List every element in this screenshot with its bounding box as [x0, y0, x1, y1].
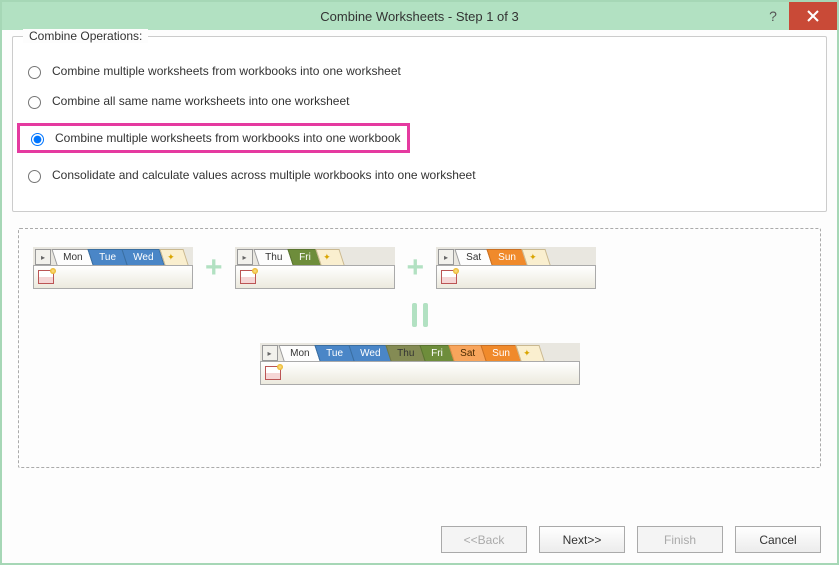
diagram-result-row: ▸ Mon Tue Wed Thu Fri Sat Sun: [33, 343, 806, 385]
workbook-1: ▸ Mon Tue Wed: [33, 247, 193, 289]
option-combine-into-one-worksheet[interactable]: Combine multiple worksheets from workboo…: [23, 63, 816, 79]
workbook-result: ▸ Mon Tue Wed Thu Fri Sat Sun: [260, 343, 580, 385]
back-button: <<Back: [441, 526, 527, 553]
radio-label: Combine all same name worksheets into on…: [52, 94, 349, 108]
radio-option-2[interactable]: [31, 133, 44, 146]
dialog-title: Combine Worksheets - Step 1 of 3: [320, 9, 518, 24]
radio-option-3[interactable]: [28, 170, 41, 183]
equals-row: [33, 303, 806, 327]
tab-nav-icon: ▸: [237, 249, 253, 265]
calendar-icon: [265, 366, 281, 380]
plus-icon: +: [205, 251, 223, 285]
radio-option-0[interactable]: [28, 66, 41, 79]
radio-label: Combine multiple worksheets from workboo…: [55, 131, 401, 145]
option-combine-same-name[interactable]: Combine all same name worksheets into on…: [23, 93, 816, 109]
radio-option-1[interactable]: [28, 96, 41, 109]
new-sheet-icon: [515, 345, 544, 361]
cancel-button[interactable]: Cancel: [735, 526, 821, 553]
option-consolidate-values[interactable]: Consolidate and calculate values across …: [23, 167, 816, 183]
dialog-body: Combine Operations: Combine multiple wor…: [2, 30, 837, 478]
tab-nav-icon: ▸: [262, 345, 278, 361]
sheet-tab: Wed: [122, 249, 166, 265]
calendar-icon: [441, 270, 457, 284]
help-button[interactable]: ?: [757, 2, 789, 30]
combine-operations-group: Combine Operations: Combine multiple wor…: [12, 36, 827, 212]
titlebar: Combine Worksheets - Step 1 of 3 ?: [2, 2, 837, 30]
new-sheet-icon: [316, 249, 345, 265]
combine-worksheets-dialog: Combine Worksheets - Step 1 of 3 ? Combi…: [0, 0, 839, 565]
close-button[interactable]: [789, 2, 837, 30]
calendar-icon: [38, 270, 54, 284]
titlebar-controls: ?: [757, 2, 837, 30]
sheet-tab: Mon: [278, 345, 321, 361]
workbook-3: ▸ Sat Sun: [436, 247, 596, 289]
new-sheet-icon: [521, 249, 550, 265]
dialog-footer: <<Back Next>> Finish Cancel: [441, 526, 821, 553]
radio-label: Combine multiple worksheets from workboo…: [52, 64, 401, 78]
calendar-icon: [240, 270, 256, 284]
tab-nav-icon: ▸: [438, 249, 454, 265]
plus-icon: +: [407, 251, 425, 285]
next-button[interactable]: Next>>: [539, 526, 625, 553]
diagram-source-row: ▸ Mon Tue Wed + ▸ Thu Fri: [33, 247, 806, 289]
tab-nav-icon: ▸: [35, 249, 51, 265]
group-legend: Combine Operations:: [23, 29, 148, 43]
equals-icon: [412, 303, 428, 327]
diagram-area: ▸ Mon Tue Wed + ▸ Thu Fri: [18, 228, 821, 468]
finish-button: Finish: [637, 526, 723, 553]
workbook-2: ▸ Thu Fri: [235, 247, 395, 289]
option-combine-into-one-workbook[interactable]: Combine multiple worksheets from workboo…: [17, 123, 410, 153]
new-sheet-icon: [159, 249, 188, 265]
radio-label: Consolidate and calculate values across …: [52, 168, 476, 182]
close-icon: [807, 10, 819, 22]
